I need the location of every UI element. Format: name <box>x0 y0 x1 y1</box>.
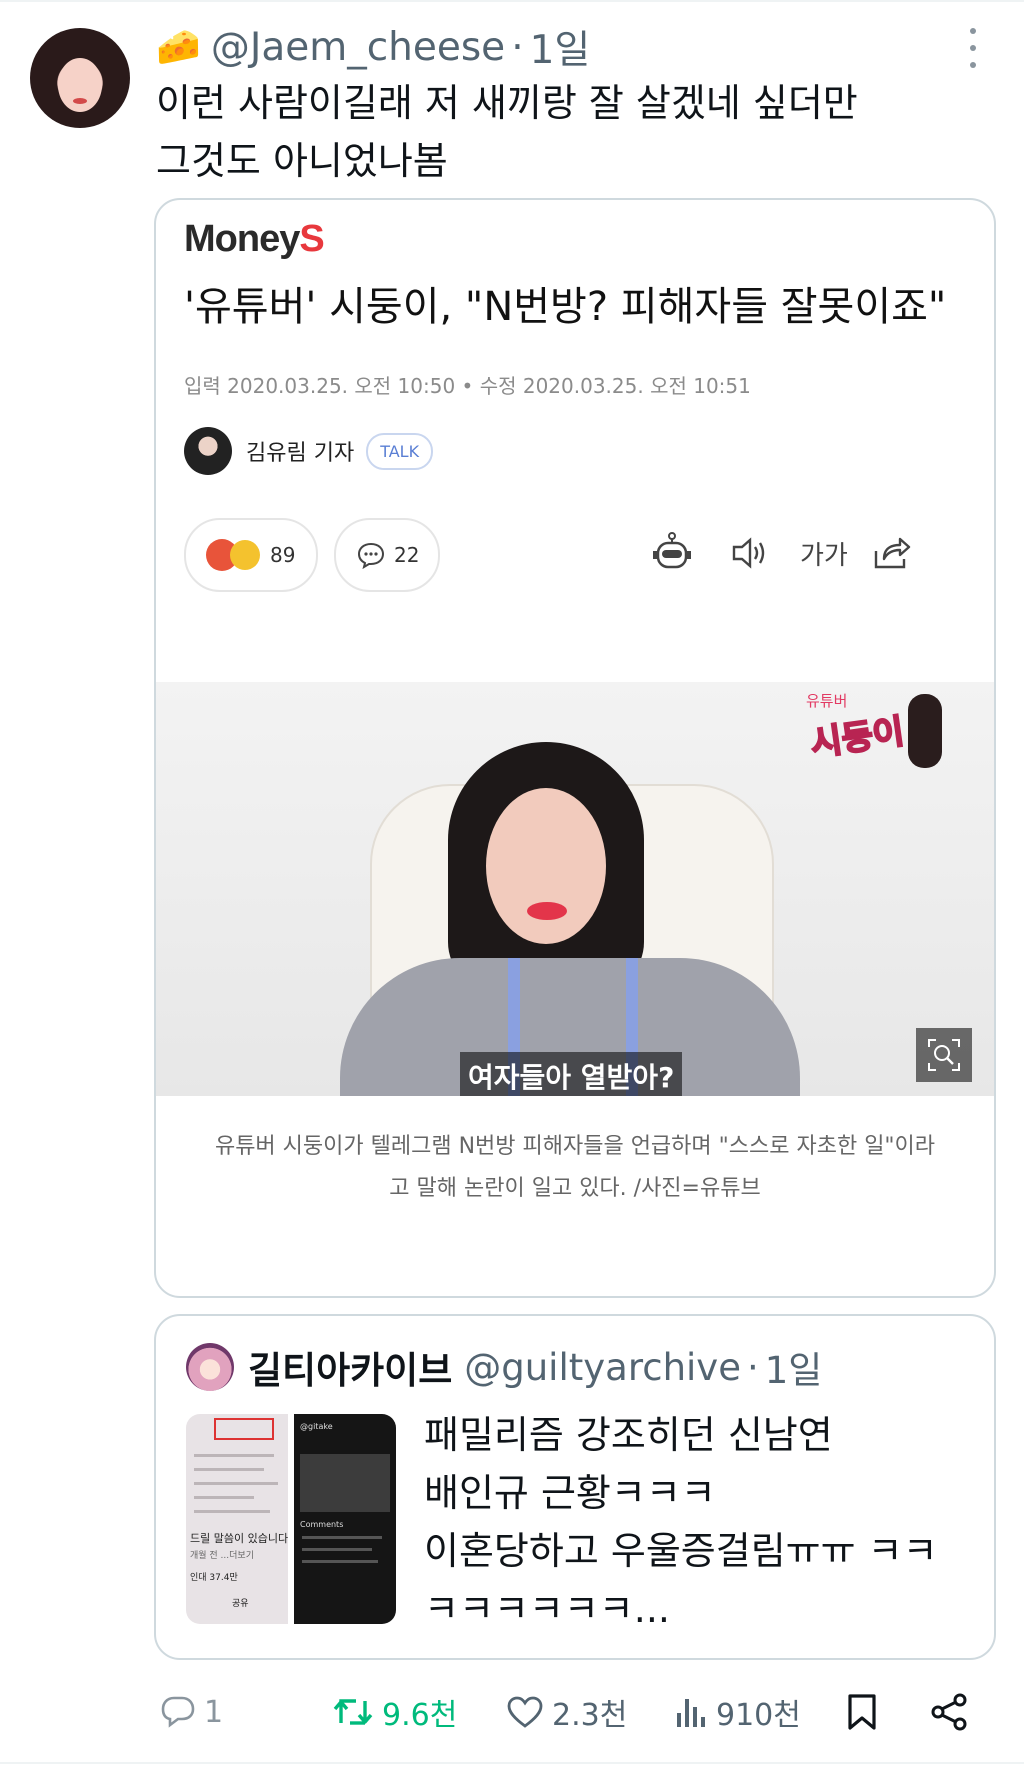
reaction-pill: 89 <box>184 518 318 592</box>
quoted-text-line: 배인규 근황ㅋㅋㅋ <box>424 1471 716 1515</box>
speaker-icon <box>730 518 770 588</box>
talk-badge: TALK <box>366 432 434 470</box>
article-headline: '유튜버' 시둥이, "N번방? 피해자들 잘못이죠" <box>184 284 947 330</box>
more-dot <box>970 45 976 51</box>
logo-main: Money <box>184 218 300 260</box>
thumb-line <box>194 1510 270 1513</box>
font-size-icon: 가가 <box>800 540 848 571</box>
like-count: 2.3천 <box>552 1698 628 1733</box>
article-share-icon <box>872 518 912 588</box>
views-chart-icon <box>677 1699 705 1727</box>
robot-icon <box>650 518 694 588</box>
thumb-text: 공유 <box>232 1599 249 1609</box>
caption-line: 고 말해 논란이 일고 있다. /사진=유튜브 <box>389 1176 761 1201</box>
quoted-separator: · <box>746 1345 759 1389</box>
author-avatar[interactable] <box>30 28 130 128</box>
comment-bubble-icon <box>357 542 385 569</box>
reply-icon <box>161 1696 195 1728</box>
thumb2-line <box>302 1536 382 1539</box>
comment-count: 22 <box>394 543 420 567</box>
views-button[interactable]: 910천 <box>674 1684 801 1740</box>
quoted-text-line: 이혼당하고 우울증걸림ㅠㅠ ㅋㅋ <box>424 1529 938 1573</box>
reaction-count: 89 <box>270 543 296 567</box>
retweet-icon <box>333 1699 373 1725</box>
comment-pill: 22 <box>334 518 440 592</box>
reporter-name: 김유림 기자 <box>246 441 355 466</box>
quoted-handle: @guiltyarchive <box>464 1345 741 1389</box>
quoted-thumbnail-2: @gitake Comments <box>294 1414 396 1624</box>
photo-caption: 유튜버 시둥이가 텔레그램 N번방 피해자들을 언급하며 "스스로 자초한 일"… <box>156 1126 994 1210</box>
bookmark-icon <box>848 1694 876 1730</box>
author-handle[interactable]: @Jaem_cheese <box>211 25 505 70</box>
thumb-text: 드릴 말씀이 있습니다. <box>190 1532 288 1545</box>
zoom-icon[interactable] <box>916 1028 972 1082</box>
thumb-line <box>194 1496 254 1499</box>
thumb-highlight-box <box>214 1418 274 1440</box>
sticker-figure <box>908 694 942 768</box>
face-shape <box>486 788 606 944</box>
article-card[interactable]: MoneyS '유튜버' 시둥이, "N번방? 피해자들 잘못이죠" 입력 20… <box>154 198 996 1298</box>
quoted-text: 패밀리즘 강조히던 신남연 배인규 근황ㅋㅋㅋ 이혼당하고 우울증걸림ㅠㅠ ㅋㅋ… <box>424 1406 938 1638</box>
channel-sticker: 유튜버 시둥이 <box>802 688 952 772</box>
reporter-avatar <box>184 427 232 475</box>
thumb2-line <box>302 1560 378 1563</box>
reply-count: 1 <box>204 1694 224 1730</box>
thumb-line <box>194 1454 274 1457</box>
caption-line: 유튜버 시둥이가 텔레그램 N번방 피해자들을 언급하며 "스스로 자초한 일"… <box>214 1134 936 1159</box>
quoted-text-line: 패밀리즘 강조히던 신남연 <box>424 1413 833 1457</box>
cheese-emoji-icon: 🧀 <box>156 27 201 68</box>
avatar-lips <box>73 98 87 104</box>
tweet-text-line: 그것도 아니었나봄 <box>156 139 448 183</box>
thumb2-handle: @gitake <box>300 1422 333 1431</box>
moneys-logo: MoneyS <box>184 218 325 261</box>
heart-icon <box>507 1696 543 1728</box>
quoted-avatar <box>186 1343 234 1391</box>
lips-shape <box>527 902 567 920</box>
thumb2-video <box>300 1454 390 1512</box>
quoted-tweet[interactable]: 길티아카이브 @guiltyarchive · 1일 드릴 말씀이 있습니다. … <box>154 1314 996 1660</box>
logo-accent: S <box>299 218 324 260</box>
thumb-text: 개월 전 ...더보기 <box>190 1551 254 1561</box>
more-dot <box>970 28 976 34</box>
tweet-text-line: 이런 사람이길래 저 새끼랑 잘 살겠네 싶더만 <box>156 81 858 125</box>
video-subtitle: 여자들아 열받아? <box>460 1052 683 1096</box>
share-icon <box>931 1693 967 1731</box>
article-dateline: 입력 2020.03.25. 오전 10:50 • 수정 2020.03.25.… <box>184 374 751 398</box>
thumb-line <box>194 1482 278 1485</box>
view-count: 910천 <box>716 1698 801 1733</box>
smile-emoji-icon <box>230 540 260 570</box>
quoted-text-line: ㅋㅋㅋㅋㅋㅋ... <box>424 1587 670 1631</box>
quoted-time: 1일 <box>764 1349 823 1392</box>
tweet-header: 🧀 @Jaem_cheese · 1일 <box>156 24 590 74</box>
sticker-top-text: 유튜버 <box>806 692 848 710</box>
tweet-text: 이런 사람이길래 저 새끼랑 잘 살겠네 싶더만 그것도 아니었나봄 <box>156 74 996 190</box>
thumb-text: 인대 37.4만 <box>190 1573 238 1583</box>
top-divider <box>0 0 1024 2</box>
reporter-info: 김유림 기자 TALK <box>184 426 434 476</box>
quoted-header: 길티아카이브 @guiltyarchive · 1일 <box>186 1342 822 1392</box>
retweet-count: 9.6천 <box>382 1698 458 1733</box>
reply-button[interactable]: 1 <box>160 1684 223 1740</box>
thumb2-comments: Comments <box>300 1520 344 1529</box>
thumb-line <box>194 1468 264 1471</box>
article-photo: 유튜버 시둥이 여자들아 열받아? <box>156 682 994 1096</box>
thumb2-line <box>302 1548 372 1551</box>
bookmark-button[interactable] <box>846 1684 886 1740</box>
tweet-time[interactable]: 1일 <box>530 19 591 75</box>
more-dot <box>970 62 976 68</box>
bottom-divider <box>0 1762 1024 1764</box>
retweet-button[interactable]: 9.6천 <box>332 1684 457 1740</box>
share-button[interactable] <box>930 1684 976 1740</box>
more-options-icon[interactable] <box>962 28 984 68</box>
quoted-thumbnail-1: 드릴 말씀이 있습니다. 개월 전 ...더보기 인대 37.4만 공유 <box>186 1414 288 1624</box>
header-separator: · <box>511 24 524 70</box>
like-button[interactable]: 2.3천 <box>506 1684 627 1740</box>
quoted-display-name: 길티아카이브 <box>248 1349 453 1392</box>
sticker-text: 시둥이 <box>807 711 907 766</box>
action-bar: 1 9.6천 2.3천 910천 <box>0 1684 1024 1740</box>
